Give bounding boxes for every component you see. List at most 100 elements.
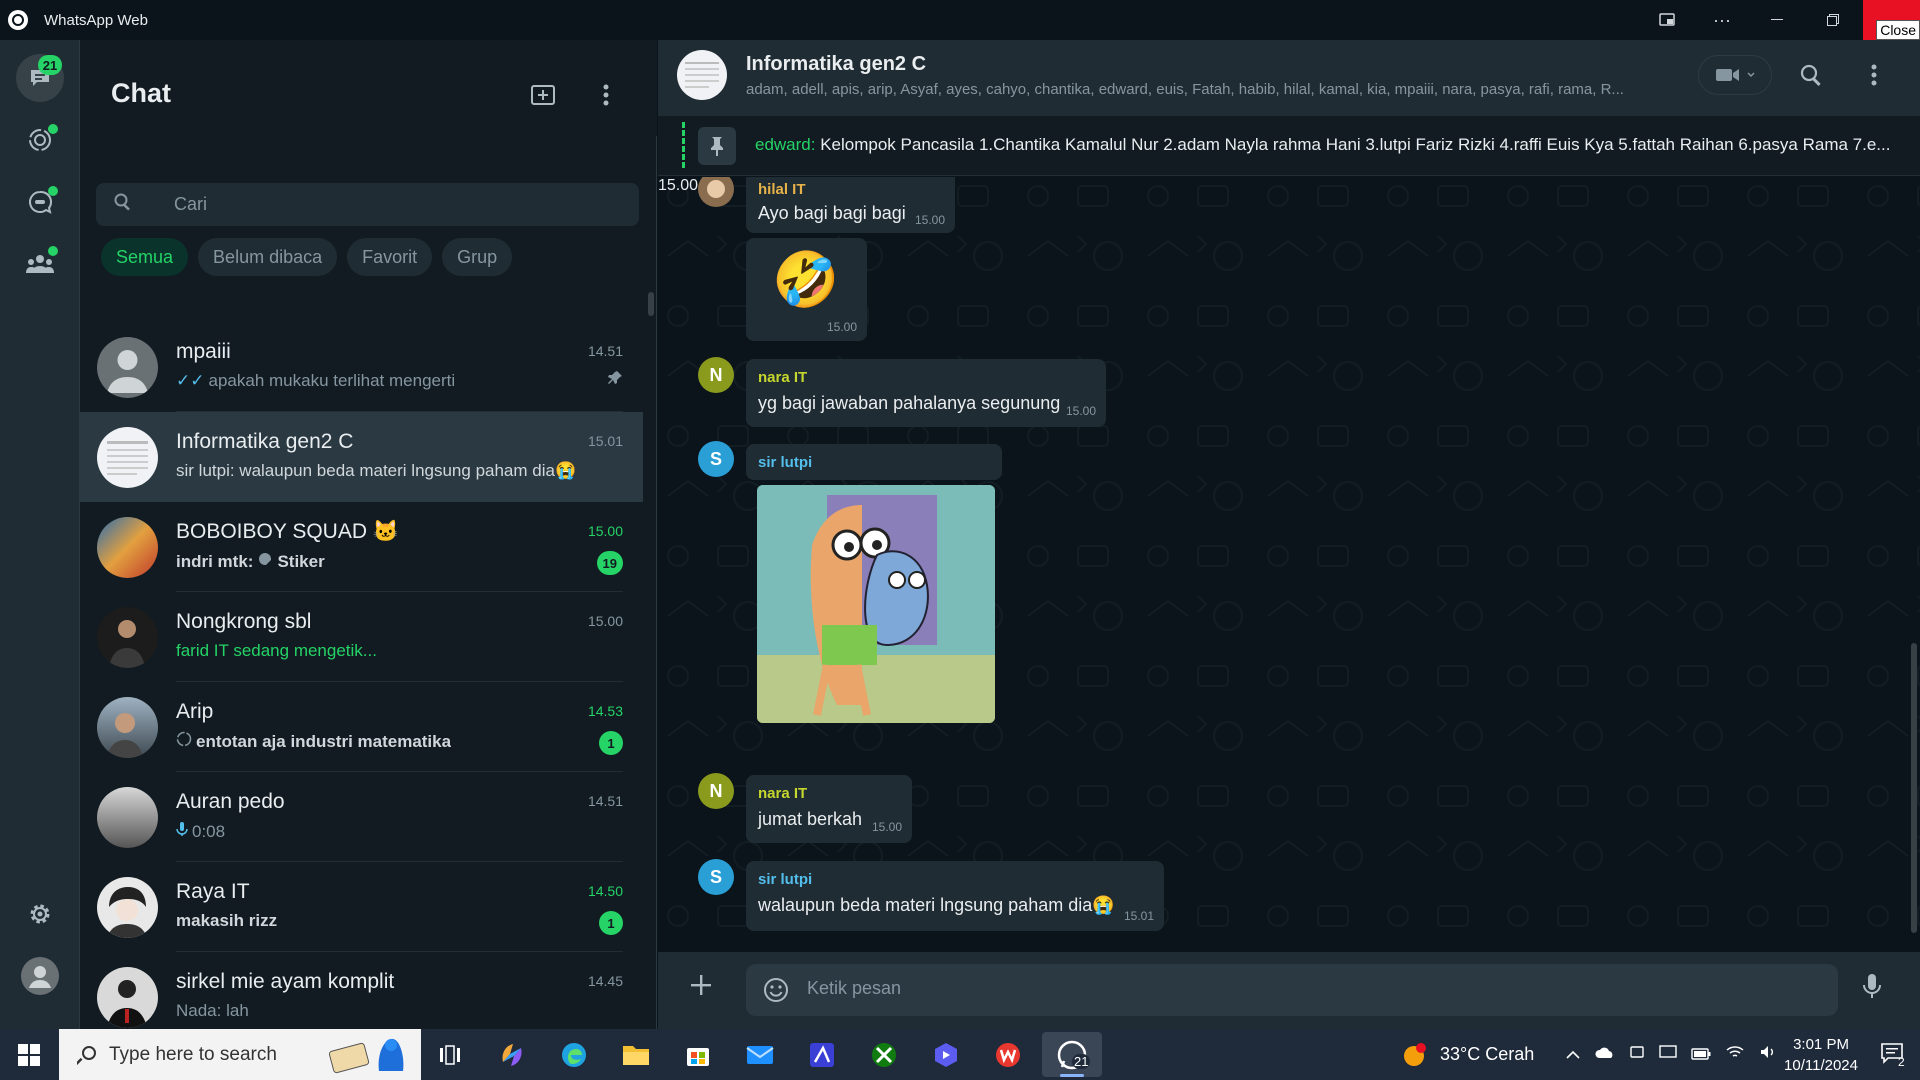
chat-list-scrollbar[interactable] bbox=[648, 292, 654, 316]
windows-start-icon[interactable] bbox=[18, 1044, 40, 1071]
message-time: 15.00 bbox=[914, 213, 945, 227]
attach-plus-icon[interactable] bbox=[688, 972, 714, 1003]
chat-preview: makasih rizz bbox=[176, 911, 278, 930]
search-icon[interactable] bbox=[1800, 64, 1822, 91]
menu-icon[interactable] bbox=[603, 84, 609, 111]
message-input[interactable] bbox=[807, 978, 1807, 999]
communities-icon bbox=[26, 255, 54, 273]
wps-office-icon[interactable] bbox=[988, 1035, 1028, 1075]
sticker-message[interactable]: 🤣 15.00 bbox=[746, 238, 867, 341]
message-time: 15.00 bbox=[871, 820, 902, 834]
edge-icon[interactable] bbox=[554, 1035, 594, 1075]
image-sender-bubble: sir lutpi bbox=[746, 444, 1002, 480]
filter-unread[interactable]: Belum dibaca bbox=[198, 238, 338, 276]
restore-button[interactable] bbox=[1816, 0, 1850, 40]
chat-name: Nongkrong sbl bbox=[176, 610, 312, 633]
minimize-button[interactable] bbox=[1760, 0, 1794, 40]
chat-item-auran-pedo[interactable]: Auran pedo 14.51 0:08 bbox=[80, 772, 643, 862]
chats-nav-button[interactable]: 21 bbox=[16, 54, 64, 102]
message-bubble[interactable]: sir lutpi walaupun beda materi lngsung p… bbox=[746, 861, 1164, 931]
more-options-icon[interactable]: ··· bbox=[1705, 0, 1739, 40]
chat-preview: apakah mukaku terlihat mengerti bbox=[208, 371, 456, 390]
chat-item-arip[interactable]: Arip 14.53 entotan aja industri matemati… bbox=[80, 682, 643, 772]
settings-nav-button[interactable] bbox=[16, 890, 64, 938]
chat-list-title: Chat bbox=[111, 78, 171, 108]
message-text: Ayo bagi bagi bagi bbox=[758, 203, 906, 223]
close-tooltip: Close bbox=[1876, 20, 1920, 40]
channels-nav-button[interactable] bbox=[16, 178, 64, 226]
onedrive-icon[interactable] bbox=[1595, 1044, 1615, 1065]
search-input[interactable] bbox=[174, 194, 594, 215]
xbox-icon[interactable] bbox=[864, 1035, 904, 1075]
group-name: Informatika gen2 C bbox=[746, 53, 927, 75]
sender-avatar[interactable] bbox=[698, 177, 734, 207]
emoji-icon[interactable] bbox=[762, 976, 790, 1009]
conversation-scrollbar[interactable] bbox=[1911, 223, 1917, 933]
camera-icon[interactable] bbox=[1629, 1044, 1645, 1065]
battery-icon[interactable] bbox=[1691, 1044, 1711, 1065]
message-input-box[interactable] bbox=[746, 964, 1838, 1016]
chat-item-informatika-gen2-c[interactable]: Informatika gen2 C 15.01 sir lutpi: wala… bbox=[80, 412, 643, 502]
avatar bbox=[97, 426, 158, 488]
message-bubble[interactable]: hilal IT Ayo bagi bagi bagi 15.00 bbox=[746, 177, 955, 233]
voice-duration: 0:08 bbox=[192, 821, 226, 841]
chat-name: Arip bbox=[176, 700, 214, 723]
chevron-down-icon bbox=[1747, 72, 1755, 78]
task-view-icon[interactable] bbox=[430, 1035, 470, 1075]
view-once-icon bbox=[176, 731, 192, 752]
image-message[interactable] bbox=[757, 485, 995, 723]
active-app-indicator bbox=[1060, 1074, 1084, 1077]
group-avatar[interactable] bbox=[677, 50, 727, 100]
mail-icon[interactable] bbox=[740, 1035, 780, 1075]
clipchamp-icon[interactable] bbox=[926, 1035, 966, 1075]
avatar bbox=[97, 606, 158, 668]
sender-avatar[interactable]: S bbox=[698, 441, 734, 477]
filter-all[interactable]: Semua bbox=[101, 238, 189, 276]
avatar bbox=[97, 336, 158, 398]
message-sender: sir lutpi bbox=[758, 454, 813, 471]
wifi-icon[interactable] bbox=[1725, 1044, 1745, 1065]
whatsapp-logo-icon bbox=[8, 10, 28, 30]
close-button[interactable]: Close bbox=[1863, 0, 1920, 40]
conversation-menu-icon[interactable] bbox=[1871, 64, 1877, 91]
weather-widget[interactable]: 33°C Cerah bbox=[1400, 1029, 1534, 1080]
pin-icon bbox=[698, 127, 736, 165]
taskbar-clock[interactable]: 3:01 PM 10/11/2024 bbox=[1784, 1034, 1858, 1076]
video-call-button[interactable] bbox=[1698, 55, 1772, 95]
sender-avatar[interactable]: N bbox=[698, 773, 734, 809]
new-chat-icon[interactable] bbox=[530, 83, 558, 112]
pinned-message-bar[interactable]: edward: Kelompok Pancasila 1.Chantika Ka… bbox=[658, 116, 1920, 176]
profile-avatar-icon bbox=[21, 957, 59, 995]
volume-icon[interactable] bbox=[1759, 1044, 1777, 1065]
avatar bbox=[97, 786, 158, 848]
chat-item-raya-it[interactable]: Raya IT 14.50 makasih rizz 1 bbox=[80, 862, 643, 952]
copilot-icon[interactable] bbox=[492, 1035, 532, 1075]
cast-icon[interactable] bbox=[1650, 0, 1684, 40]
sender-avatar[interactable]: N bbox=[698, 357, 734, 393]
message-bubble[interactable]: nara IT yg bagi jawaban pahalanya segunu… bbox=[746, 359, 1106, 427]
taskbar-search[interactable]: Type here to search bbox=[59, 1029, 421, 1080]
filter-favorites[interactable]: Favorit bbox=[347, 238, 433, 276]
chat-item-mpaiii[interactable]: mpaiii 14.51 ✓✓ apakah mukaku terlihat m… bbox=[80, 322, 643, 412]
system-tray bbox=[1565, 1029, 1777, 1080]
display-icon[interactable] bbox=[1659, 1044, 1677, 1065]
communities-nav-button[interactable] bbox=[16, 240, 64, 288]
mic-icon[interactable] bbox=[1862, 972, 1882, 1005]
chat-item-boboiboy-squad[interactable]: BOBOIBOY SQUAD 🐱 15.00 indri mtk: Stiker… bbox=[80, 502, 643, 592]
app-icon[interactable] bbox=[802, 1035, 842, 1075]
chat-item-nongkrong-sbl[interactable]: Nongkrong sbl 15.00 farid IT sedang meng… bbox=[80, 592, 643, 682]
chevron-up-icon[interactable] bbox=[1565, 1044, 1581, 1065]
profile-nav-button[interactable] bbox=[16, 952, 64, 1000]
sender-avatar[interactable]: S bbox=[698, 859, 734, 895]
notifications-icon[interactable]: 2 bbox=[1880, 1041, 1906, 1072]
status-nav-button[interactable] bbox=[16, 116, 64, 164]
message-bubble[interactable]: nara IT jumat berkah 15.00 bbox=[746, 775, 912, 843]
pin-icon bbox=[607, 370, 623, 391]
file-explorer-icon[interactable] bbox=[616, 1035, 656, 1075]
conversation-header[interactable]: Informatika gen2 C adam, adell, apis, ar… bbox=[658, 40, 1920, 116]
microsoft-store-icon[interactable] bbox=[678, 1035, 718, 1075]
filter-groups[interactable]: Grup bbox=[442, 238, 513, 276]
whatsapp-taskbar-icon[interactable]: 21 bbox=[1042, 1032, 1102, 1077]
search-icon bbox=[77, 1046, 96, 1065]
scrollbar-thumb[interactable] bbox=[1911, 643, 1917, 933]
